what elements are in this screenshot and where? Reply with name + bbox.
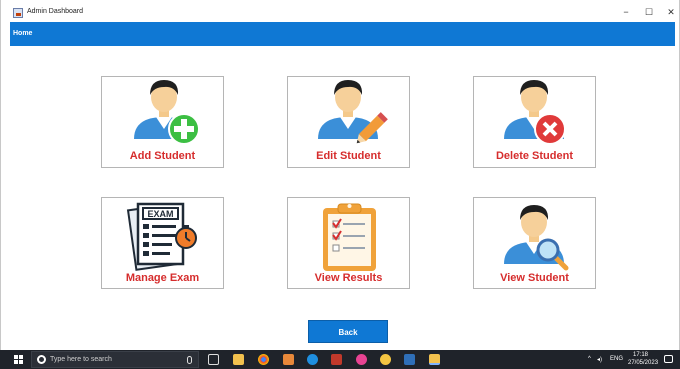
volume-icon[interactable]: ◂)	[597, 356, 602, 363]
windows-start-icon[interactable]	[14, 355, 23, 364]
photos-icon[interactable]	[404, 354, 415, 365]
files-icon[interactable]	[283, 354, 294, 365]
notification-icon[interactable]	[664, 355, 673, 363]
svg-text:EXAM: EXAM	[147, 209, 173, 219]
tray-chevron-icon[interactable]: ^	[588, 356, 591, 362]
view-student-button[interactable]: View Student	[473, 197, 596, 289]
java-app-icon	[13, 8, 23, 18]
add-student-label: Add Student	[129, 150, 196, 162]
menu-home[interactable]: Home	[13, 30, 32, 37]
task-view-icon[interactable]	[208, 354, 219, 365]
maximize-button[interactable]: ☐	[638, 5, 660, 19]
edit-student-label: Edit Student	[316, 150, 381, 162]
view-student-label: View Student	[500, 272, 569, 284]
windows-taskbar: Type here to search ^ ◂) ENG 17:18 27/05…	[0, 350, 680, 369]
minimize-button[interactable]: −	[615, 5, 637, 19]
manage-exam-button[interactable]: EXAM Manage Exam	[101, 197, 224, 289]
add-student-icon	[134, 80, 200, 145]
manage-exam-label: Manage Exam	[125, 272, 200, 284]
window-title: Admin Dashboard	[27, 8, 84, 15]
close-button[interactable]: ✕	[660, 5, 680, 19]
taskbar-search-input[interactable]: Type here to search	[31, 351, 199, 368]
cortana-icon	[37, 355, 46, 364]
view-student-icon	[504, 205, 569, 271]
app-icon[interactable]	[331, 354, 342, 365]
delete-student-button[interactable]: Delete Student	[473, 76, 596, 168]
chrome-icon[interactable]	[258, 354, 269, 365]
title-bar: Admin Dashboard − ☐ ✕	[1, 4, 679, 21]
app-icon[interactable]	[380, 354, 391, 365]
clipboard-checklist-icon	[323, 203, 376, 271]
file-explorer-icon[interactable]	[233, 354, 244, 365]
search-placeholder: Type here to search	[50, 356, 112, 363]
clock-date[interactable]: 27/05/2023	[628, 360, 658, 366]
edit-student-icon	[318, 80, 388, 144]
admin-dashboard-window: Admin Dashboard − ☐ ✕ Home Add Student E…	[0, 0, 680, 350]
microphone-icon[interactable]	[187, 356, 192, 364]
edge-icon[interactable]	[307, 354, 318, 365]
add-student-button[interactable]: Add Student	[101, 76, 224, 168]
netbeans-icon[interactable]	[429, 354, 440, 365]
view-results-button[interactable]: View Results	[287, 197, 410, 289]
edit-student-button[interactable]: Edit Student	[287, 76, 410, 168]
back-button[interactable]: Back	[308, 320, 388, 343]
exam-paper-icon: EXAM	[126, 202, 197, 271]
view-results-label: View Results	[314, 272, 383, 284]
language-indicator[interactable]: ENG	[610, 356, 623, 362]
delete-student-label: Delete Student	[495, 150, 573, 162]
delete-student-icon	[504, 80, 566, 145]
menu-bar: Home	[10, 22, 675, 46]
app-icon[interactable]	[356, 354, 367, 365]
clock-time[interactable]: 17:18	[633, 352, 648, 358]
